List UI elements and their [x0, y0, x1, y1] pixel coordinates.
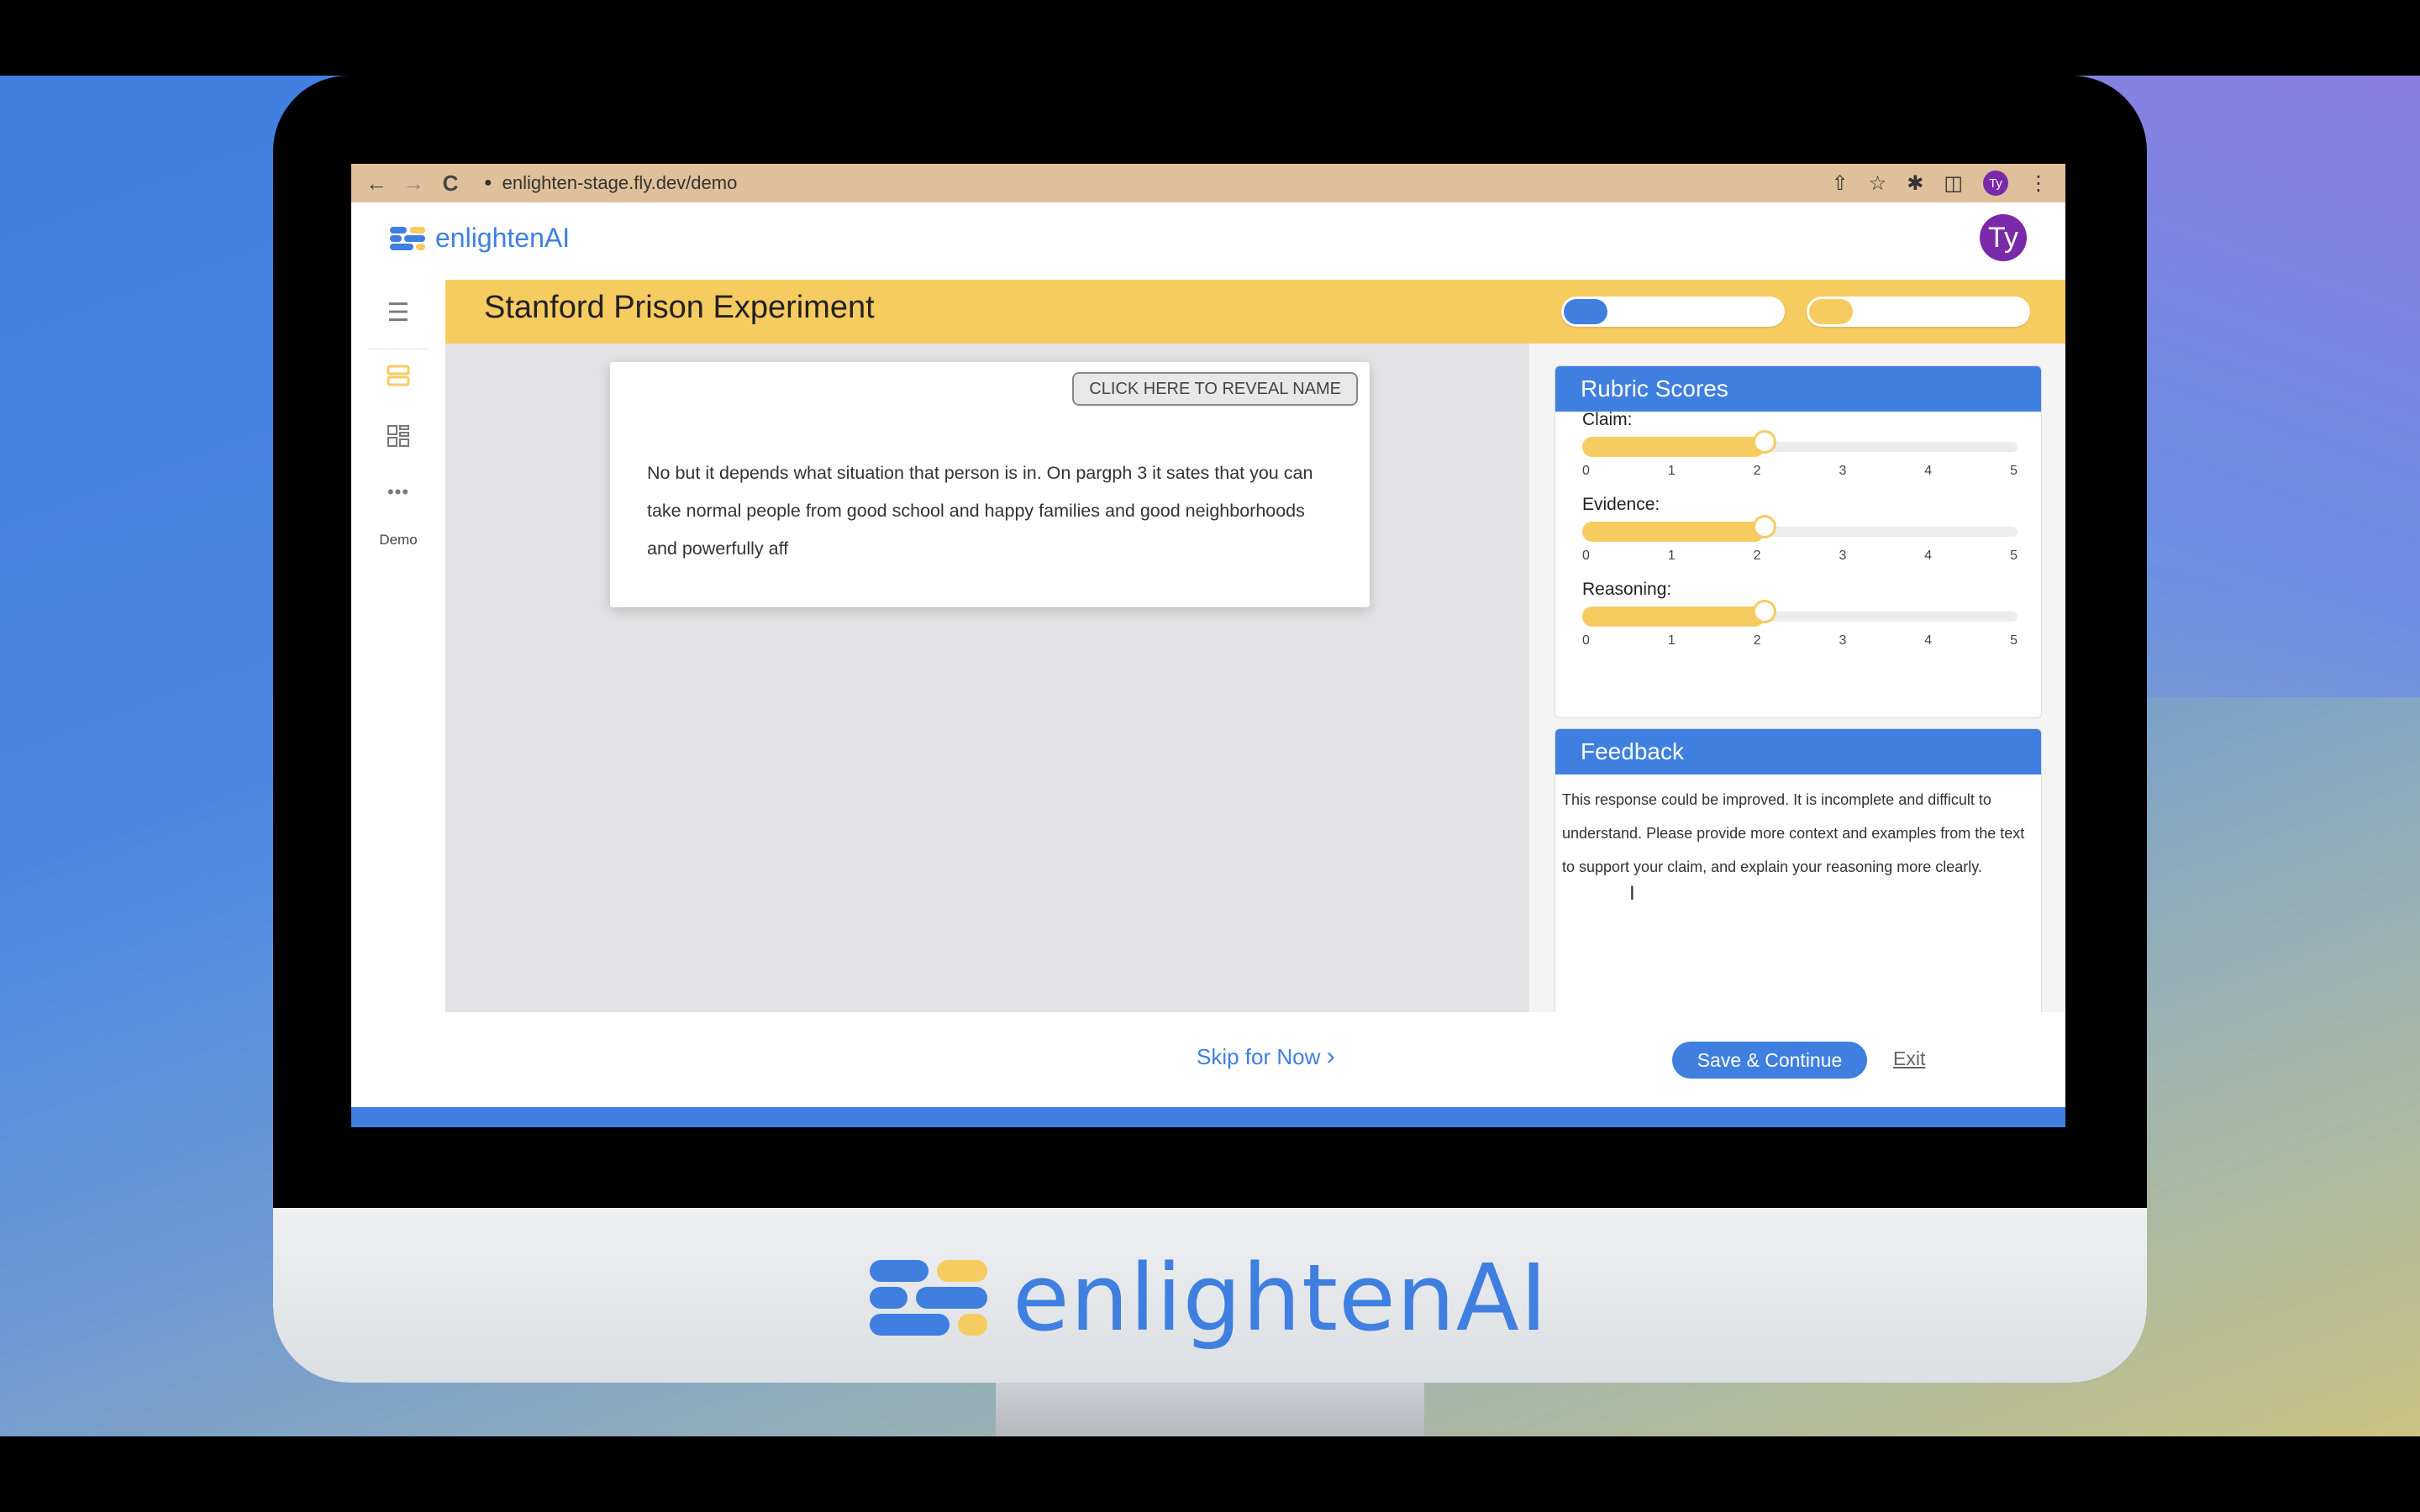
- rubric-scale-ticks: 0 1 2 3 4 5: [1582, 549, 2018, 564]
- footer-bar: Skip for Now › Save & Continue Exit: [445, 1012, 2065, 1107]
- rubric-tick-label: 5: [2010, 633, 2018, 648]
- forward-icon[interactable]: →: [395, 171, 432, 197]
- progress-fill-primary: [1564, 299, 1607, 324]
- letterbox-bottom: [0, 1436, 2420, 1512]
- rubric-panel: Rubric Scores Claim: 0 1 2 3 4 5 Evidence: 0 1 2 3 4…: [1555, 365, 2042, 718]
- rubric-criterion-label: Evidence:: [1582, 495, 1660, 514]
- extensions-icon[interactable]: ✱: [1907, 171, 1923, 196]
- save-continue-button[interactable]: Save & Continue: [1672, 1042, 1867, 1079]
- brand-logo[interactable]: enlightenAI: [390, 223, 570, 254]
- rubric-criterion-label: Reasoning:: [1582, 580, 1672, 599]
- rubric-criterion-label: Claim:: [1582, 410, 1633, 429]
- address-bar[interactable]: ● enlighten-stage.fly.dev/demo: [484, 170, 737, 197]
- rubric-tick-label: 4: [1924, 549, 1933, 563]
- bottom-accent-bar: [351, 1107, 2065, 1127]
- reveal-name-button[interactable]: CLICK HERE TO REVEAL NAME: [1072, 372, 1358, 406]
- feedback-title: Feedback: [1555, 729, 2041, 774]
- browser-profile-avatar[interactable]: Ty: [1983, 171, 2008, 196]
- student-response-text: No but it depends what situation that pe…: [647, 463, 1313, 559]
- progress-bar-primary: [1561, 297, 1785, 327]
- progress-bar-secondary: [1807, 297, 2030, 327]
- skip-label: Skip for Now: [1197, 1044, 1321, 1069]
- brand-name: enlightenAI: [435, 223, 571, 253]
- letterbox-top: [0, 0, 2420, 76]
- menu-icon[interactable]: ☰: [351, 298, 445, 328]
- rubric-slider-fill: [1582, 522, 1765, 542]
- rubric-scale-ticks: 0 1 2 3 4 5: [1582, 464, 2018, 479]
- rubric-tick-label: 4: [1924, 633, 1933, 648]
- rubric-tick-label: 5: [2010, 464, 2018, 478]
- back-icon[interactable]: ←: [358, 171, 395, 197]
- sidebar: ☰ ••• Demo: [351, 280, 446, 1107]
- feedback-text[interactable]: This response could be improved. It is i…: [1555, 774, 2041, 892]
- enlighten-logo-icon: [390, 226, 425, 250]
- student-response-card: CLICK HERE TO REVEAL NAME No but it depe…: [610, 362, 1370, 607]
- rubric-tick-label: 2: [1753, 549, 1761, 563]
- rubric-scale-ticks: 0 1 2 3 4 5: [1582, 633, 2018, 648]
- rubric-score-slider[interactable]: [1582, 430, 2018, 457]
- rubric-score-slider[interactable]: [1582, 600, 2018, 627]
- lock-icon: ●: [484, 176, 492, 190]
- rubric-slider-fill: [1582, 606, 1765, 627]
- star-icon[interactable]: ☆: [1869, 171, 1887, 196]
- rubric-tick-label: 3: [1839, 464, 1847, 478]
- sidebar-demo-label[interactable]: Demo: [351, 532, 445, 549]
- app-header: enlightenAI Ty: [351, 202, 2065, 281]
- rubric-tick-label: 4: [1924, 464, 1933, 478]
- user-avatar[interactable]: Ty: [1980, 214, 2027, 261]
- rubric-tick-label: 0: [1582, 633, 1590, 648]
- rubric-title: Rubric Scores: [1555, 366, 2041, 412]
- rubric-tick-label: 1: [1667, 464, 1676, 478]
- monitor-logo: enlightenAI: [870, 1252, 1548, 1344]
- progress-fill-secondary: [1809, 299, 1853, 324]
- rubric-tick-label: 5: [2010, 549, 2018, 563]
- assignment-header: Stanford Prison Experiment: [445, 280, 2065, 344]
- share-icon[interactable]: ⇧: [1832, 171, 1849, 196]
- chevron-right-icon: ›: [1326, 1042, 1335, 1070]
- skip-link[interactable]: Skip for Now ›: [1197, 1042, 1335, 1071]
- work-area: CLICK HERE TO REVEAL NAME No but it depe…: [445, 344, 1529, 1012]
- monitor-brand-name: enlightenAI: [1013, 1244, 1549, 1352]
- rubric-tick-label: 0: [1582, 549, 1590, 563]
- side-panel-icon[interactable]: ◫: [1944, 171, 1963, 196]
- rubric-tick-label: 1: [1667, 633, 1676, 648]
- kebab-menu-icon[interactable]: ⋮: [2028, 171, 2049, 196]
- monitor-stand: [996, 1378, 1424, 1436]
- page-title: Stanford Prison Experiment: [484, 290, 875, 325]
- rubric-tick-label: 3: [1839, 633, 1847, 648]
- more-icon[interactable]: •••: [351, 481, 445, 503]
- rows-icon[interactable]: [351, 364, 445, 391]
- text-cursor-icon: I: [1629, 882, 1635, 905]
- rubric-slider-handle[interactable]: [1753, 515, 1777, 538]
- rubric-tick-label: 2: [1753, 633, 1761, 648]
- rubric-tick-label: 1: [1667, 549, 1676, 563]
- screen: ← → C ● enlighten-stage.fly.dev/demo ⇧ ☆…: [351, 164, 2065, 1127]
- enlighten-logo-icon: [870, 1260, 987, 1336]
- browser-actions: ⇧ ☆ ✱ ◫ Ty ⋮: [1832, 169, 2049, 197]
- rubric-tick-label: 3: [1839, 549, 1847, 563]
- grid-icon[interactable]: [351, 424, 445, 452]
- url-text: enlighten-stage.fly.dev/demo: [502, 172, 738, 193]
- rubric-slider-handle[interactable]: [1753, 600, 1777, 623]
- rubric-slider-fill: [1582, 437, 1765, 457]
- rubric-slider-handle[interactable]: [1753, 430, 1777, 454]
- rubric-tick-label: 0: [1582, 464, 1590, 478]
- reload-icon[interactable]: C: [432, 171, 469, 197]
- rubric-tick-label: 2: [1753, 464, 1761, 478]
- exit-link[interactable]: Exit: [1893, 1047, 1925, 1070]
- rubric-score-slider[interactable]: [1582, 515, 2018, 542]
- feedback-box: Feedback This response could be improved…: [1555, 728, 2042, 1016]
